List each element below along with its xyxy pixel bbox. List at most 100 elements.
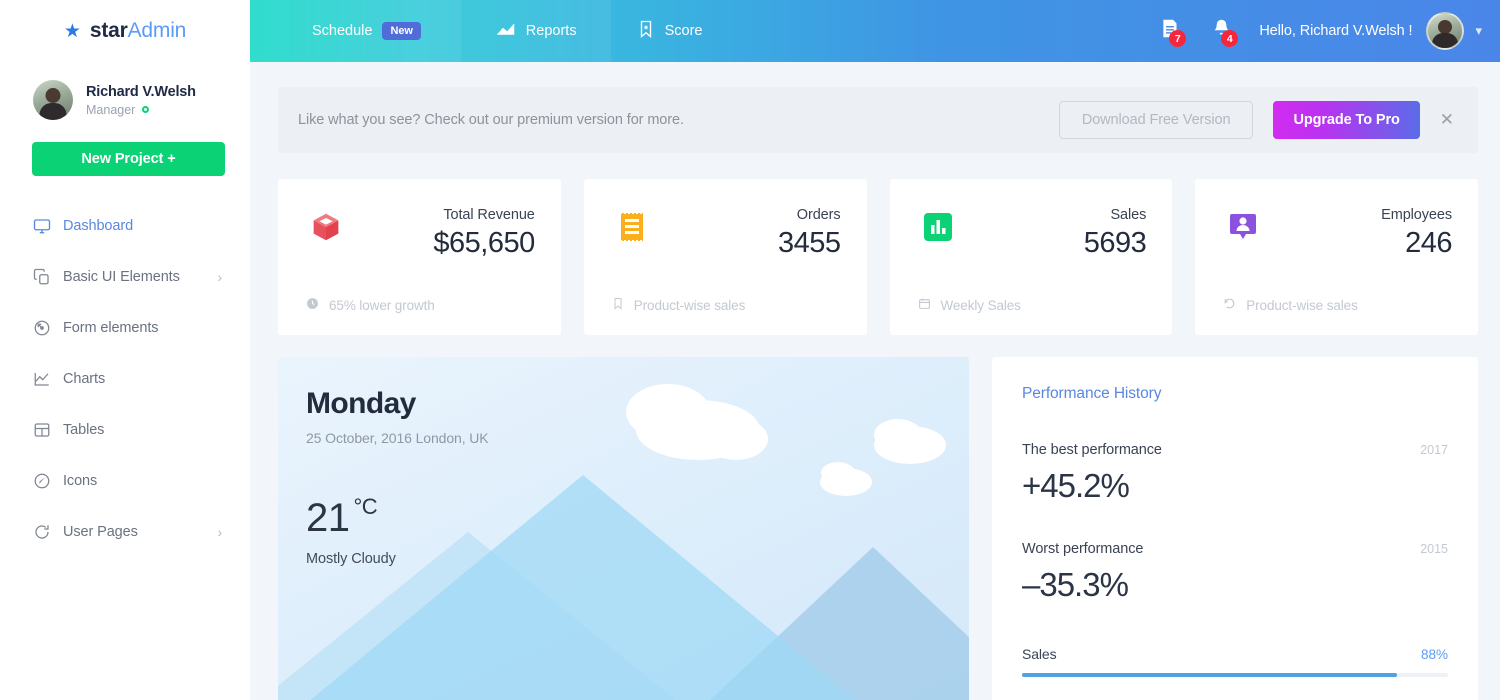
stat-card-employees: Employees 246 Product-wise sales: [1195, 179, 1478, 335]
sales-progress-fill: [1022, 673, 1397, 677]
brand-logo[interactable]: ★ starAdmin: [0, 0, 250, 62]
sidebar-item-tables[interactable]: Tables: [0, 404, 250, 455]
navbar-item-score[interactable]: Score: [611, 0, 729, 62]
weather-day: Monday: [306, 387, 416, 420]
weather-unit: °C: [353, 494, 378, 519]
receipt-icon: [612, 207, 652, 247]
stat-right: Employees 246: [1381, 207, 1452, 260]
refresh-icon: [33, 523, 63, 541]
performance-row-worst: Worst performance 2015 –35.3%: [1022, 541, 1448, 604]
sales-progress-track: [1022, 673, 1448, 677]
sidebar-item-label: Form elements: [63, 319, 159, 336]
performance-label: The best performance: [1022, 442, 1162, 458]
stat-card-orders: Orders 3455 Product-wise sales: [583, 179, 867, 335]
stat-footer-label: Weekly Sales: [940, 297, 1021, 313]
stat-title: Total Revenue: [443, 207, 535, 223]
navbar-schedule-label: Schedule: [312, 23, 373, 39]
avatar: [33, 80, 73, 120]
chevron-down-icon[interactable]: ▾: [1475, 23, 1482, 39]
sidebar-item-basic-ui-elements[interactable]: Basic UI Elements ›: [0, 251, 250, 302]
weather-card: Monday 25 October, 2016 London, UK 21 °C …: [278, 357, 969, 700]
sidebar-profile[interactable]: Richard V.Welsh Manager: [0, 62, 250, 120]
weather-temperature-value: 21: [306, 496, 350, 540]
brand-name-bold: star: [89, 19, 128, 42]
dashboard-app: ★ starAdmin Richard V.Welsh Manager New …: [0, 0, 1500, 700]
performance-year: 2017: [1420, 443, 1448, 457]
navbar-score-label: Score: [664, 23, 703, 39]
sidebar-item-label: Charts: [63, 370, 106, 387]
promo-banner: Like what you see? Check out our premium…: [278, 87, 1478, 153]
avatar[interactable]: [1426, 12, 1465, 50]
stat-title: Employees: [1381, 207, 1452, 223]
stat-footer: Weekly Sales: [918, 297, 1147, 313]
bookmark-icon: [612, 297, 624, 313]
stat-footer: Product-wise sales: [1223, 297, 1452, 313]
close-icon[interactable]: ✕: [1440, 110, 1454, 130]
performance-value: +45.2%: [1022, 467, 1130, 504]
upgrade-to-pro-button[interactable]: Upgrade To Pro: [1273, 101, 1420, 139]
performance-history-title: Performance History: [1022, 385, 1162, 402]
grid-table-icon: [33, 421, 63, 439]
profile-role-label: Manager: [86, 102, 136, 117]
performance-head: Worst performance 2015: [1022, 541, 1448, 557]
notifications-button[interactable]: 4: [1195, 18, 1247, 47]
chevron-right-icon: ›: [217, 268, 222, 285]
bookmark-star-icon: [637, 20, 655, 42]
performance-year: 2015: [1420, 542, 1448, 556]
sidebar-item-form-elements[interactable]: Form elements: [0, 302, 250, 353]
stat-top: Sales 5693: [918, 207, 1147, 260]
navbar-item-reports[interactable]: Reports: [460, 0, 611, 62]
sidebar-item-charts[interactable]: Charts: [0, 353, 250, 404]
download-free-version-button[interactable]: Download Free Version: [1058, 101, 1254, 139]
sidebar-item-icons[interactable]: Icons: [0, 455, 250, 506]
brand-name-light: Admin: [127, 19, 187, 42]
messages-button[interactable]: 7: [1143, 18, 1195, 47]
new-project-button[interactable]: New Project +: [32, 142, 225, 176]
calendar-icon: [918, 297, 931, 313]
stat-footer-label: Product-wise sales: [1246, 297, 1358, 313]
brand-text: starAdmin: [90, 19, 186, 43]
top-navbar: Schedule New Reports Score 7 4 Hello, Ri…: [250, 0, 1500, 62]
performance-history-card: Performance History The best performance…: [992, 357, 1478, 700]
stat-top: Employees 246: [1223, 207, 1452, 260]
stat-card-total-revenue: Total Revenue $65,650 65% lower growth: [278, 179, 561, 335]
pen-circle-icon: [33, 472, 63, 490]
navbar-spacer: [728, 0, 1143, 62]
navbar-reports-label: Reports: [525, 23, 577, 39]
sales-progress-label: Sales: [1022, 646, 1057, 662]
monitor-icon: [33, 217, 63, 235]
sidebar-item-label: Icons: [63, 472, 98, 489]
weather-condition: Mostly Cloudy: [306, 551, 396, 567]
greeting-text: Hello, Richard V.Welsh !: [1259, 23, 1413, 39]
stat-title: Sales: [1110, 207, 1147, 223]
new-badge: New: [382, 22, 421, 40]
stat-footer: Product-wise sales: [612, 297, 841, 313]
stat-value: 5693: [1083, 227, 1147, 259]
stat-footer-label: Product-wise sales: [633, 297, 746, 313]
navbar-right: 7 4 Hello, Richard V.Welsh ! ▾: [1143, 0, 1500, 62]
weather-date-location: 25 October, 2016 London, UK: [306, 430, 489, 446]
undo-circle-icon: [33, 319, 63, 337]
weather-temperature: 21 °C: [306, 494, 969, 541]
area-chart-icon: [495, 19, 516, 44]
navbar-item-schedule[interactable]: Schedule New: [250, 0, 461, 62]
bar-chart-icon: [918, 207, 958, 247]
stat-title: Orders: [796, 207, 841, 223]
performance-row-best: The best performance 2017 +45.2%: [1022, 442, 1448, 505]
stat-right: Sales 5693: [1084, 207, 1147, 260]
banner-text: Like what you see? Check out our premium…: [298, 112, 684, 128]
sidebar-item-user-pages[interactable]: User Pages ›: [0, 506, 250, 557]
stat-footer-label: 65% lower growth: [329, 297, 435, 313]
sidebar-item-dashboard[interactable]: Dashboard: [0, 200, 250, 251]
sales-progress-percent: 88%: [1420, 647, 1448, 662]
notifications-badge: 4: [1221, 30, 1239, 47]
performance-value: –35.3%: [1022, 566, 1129, 603]
stat-value: 3455: [777, 227, 841, 259]
stat-footer: 65% lower growth: [306, 297, 535, 313]
sidebar-item-label: Basic UI Elements: [63, 268, 180, 285]
sidebar-item-label: User Pages: [63, 523, 138, 540]
content-area: Like what you see? Check out our premium…: [250, 62, 1500, 700]
stat-top: Total Revenue $65,650: [306, 207, 535, 260]
sidebar-nav: Dashboard Basic UI Elements › Form eleme…: [0, 200, 250, 557]
stat-cards: Total Revenue $65,650 65% lower growth O…: [278, 179, 1478, 335]
